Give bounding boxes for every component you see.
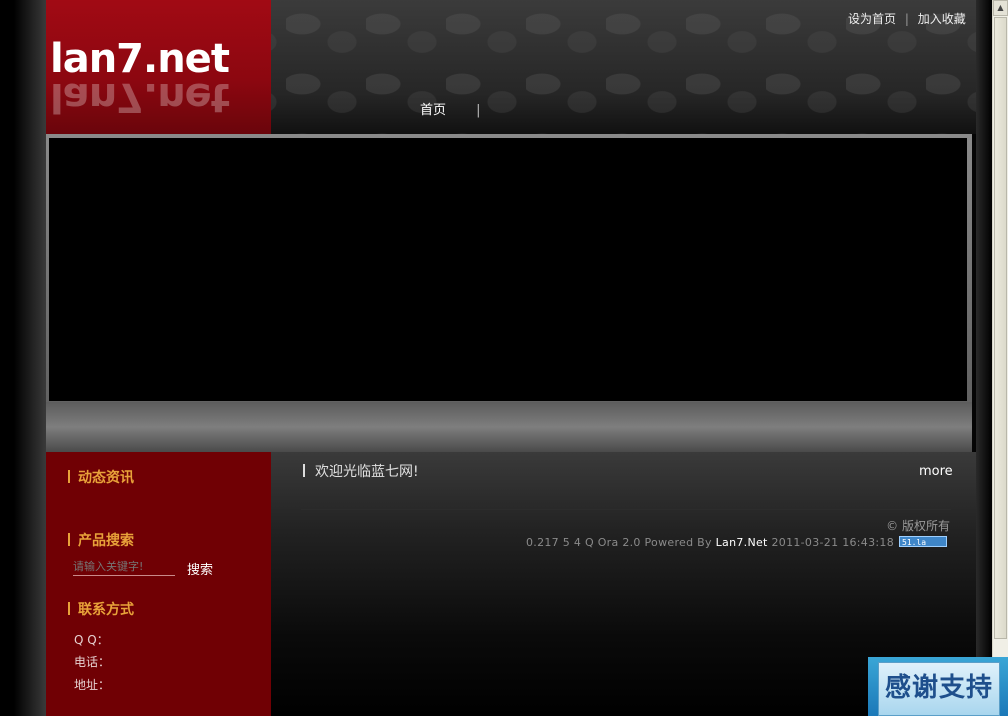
heading-bar-icon (303, 464, 305, 477)
set-home-link[interactable]: 设为首页 (848, 12, 896, 26)
main-nav: 首页 | (420, 99, 481, 118)
contact-section-title: 联系方式 (68, 599, 134, 619)
stats-badge[interactable]: 51.la (899, 536, 947, 547)
contact-qq: Q Q： (74, 633, 109, 647)
contact-title-label: 联系方式 (78, 602, 134, 618)
left-side-shadow (0, 0, 46, 716)
powered-time: 2011-03-21 16:43:18 (771, 536, 894, 549)
vertical-scrollbar[interactable]: ▲ (992, 0, 1008, 716)
arrow-up-icon[interactable]: ▲ (993, 0, 1008, 16)
contact-address: 地址： (74, 678, 111, 692)
powered-brand-link[interactable]: Lan7.Net (716, 536, 768, 549)
banner-frame-shade (46, 402, 972, 452)
welcome-text: 欢迎光临蓝七网! (315, 464, 419, 480)
nav-home-link[interactable]: 首页 (420, 103, 446, 118)
logo-reflection: lan7.net (50, 74, 229, 120)
copyright-text: © 版权所有 (886, 519, 950, 533)
top-links-separator: | (904, 12, 909, 26)
sidebar: 动态资讯 产品搜索 搜索 联系方式 Q Q： 电话： 地址： (46, 452, 271, 716)
news-title-label: 动态资讯 (78, 470, 134, 486)
page: lan7.net lan7.net 设为首页 | 加入收藏 首页 | 动态资讯 … (0, 0, 992, 716)
news-section-title[interactable]: 动态资讯 (68, 467, 134, 487)
powered-by-line: 0.217 5 4 Q Ora 2.0 Powered By Lan7.Net … (526, 536, 894, 549)
bookmark-link[interactable]: 加入收藏 (918, 12, 966, 26)
search-section-title: 产品搜索 (68, 530, 134, 550)
more-link[interactable]: more (919, 464, 953, 479)
powered-prefix: 0.217 5 4 Q Ora 2.0 Powered By (525, 536, 712, 549)
welcome-heading: 欢迎光临蓝七网! (303, 461, 419, 481)
search-button[interactable]: 搜索 (187, 559, 213, 578)
floating-support-badge[interactable]: 感谢支持 (868, 657, 1008, 716)
section-bar-icon (68, 602, 70, 615)
section-bar-icon (68, 533, 70, 546)
content-divider (301, 509, 951, 510)
nav-separator: | (476, 103, 481, 118)
support-label: 感谢支持 (878, 662, 1000, 716)
site-logo[interactable]: lan7.net lan7.net (46, 0, 271, 134)
top-links: 设为首页 | 加入收藏 (848, 10, 966, 27)
scrollbar-thumb[interactable] (994, 17, 1007, 639)
search-title-label: 产品搜索 (78, 533, 134, 549)
right-side-shadow (976, 0, 992, 716)
flash-banner[interactable] (49, 138, 967, 401)
section-bar-icon (68, 470, 70, 483)
contact-phone: 电话： (74, 655, 111, 669)
search-input[interactable] (73, 558, 175, 576)
